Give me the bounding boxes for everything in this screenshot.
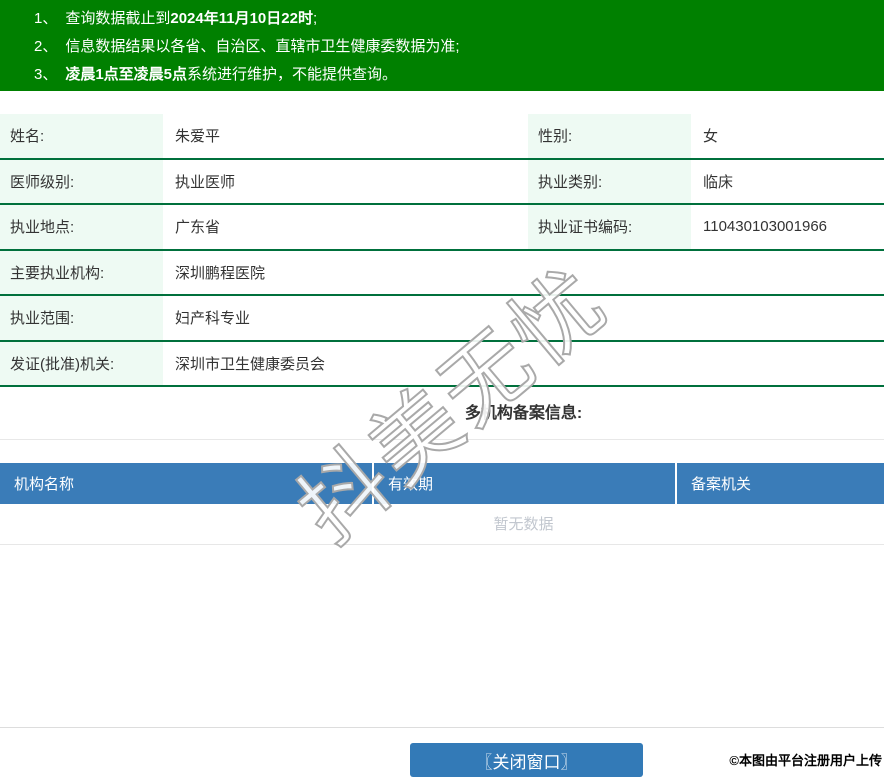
practitioner-info-table: 姓名: 朱爱平 性别: 女 医师级别: 执业医师 执业类别: 临床 执业地点: … xyxy=(0,114,884,387)
notice-line-3: 3、 凌晨1点至凌晨5点系统进行维护，不能提供查询。 xyxy=(0,61,884,89)
field-value-gender: 女 xyxy=(703,128,719,146)
notice-banner: 1、 查询数据截止到2024年11月10日22时; 2、 信息数据结果以各省、自治区… xyxy=(0,0,884,91)
column-header-validity-period: 有效期 xyxy=(374,463,677,504)
field-label-practice-scope: 执业范围: xyxy=(0,296,163,340)
field-label-name: 姓名: xyxy=(0,114,163,158)
info-row-main-institution: 主要执业机构: 深圳鹏程医院 xyxy=(0,250,884,296)
field-value-practice-location: 广东省 xyxy=(175,219,221,237)
notice-text: ; xyxy=(312,10,318,27)
field-value-certificate-number: 110430103001966 xyxy=(703,218,828,236)
field-label-main-institution: 主要执业机构: xyxy=(0,250,163,294)
info-row-level-type: 医师级别: 执业医师 执业类别: 临床 xyxy=(0,159,884,205)
field-value-doctor-level: 执业医师 xyxy=(175,173,236,191)
info-row-practice-scope: 执业范围: 妇产科专业 xyxy=(0,296,884,342)
field-label-doctor-level: 医师级别: xyxy=(0,159,163,203)
multi-org-section-title: 多机构备案信息: xyxy=(0,387,884,440)
query-result-page: 1、 查询数据截止到2024年11月10日22时; 2、 信息数据结果以各省、自治区… xyxy=(0,0,884,777)
notice-line-number: 2、 xyxy=(34,38,58,55)
notice-line-number: 3、 xyxy=(34,66,58,83)
records-empty-row: 暂无数据 xyxy=(0,504,884,545)
notice-line-1: 1、 查询数据截止到2024年11月10日22时; xyxy=(0,5,884,33)
notice-text: 查询数据截止到 xyxy=(65,10,171,27)
info-row-issuing-authority: 发证(批准)机关: 深圳市卫生健康委员会 xyxy=(0,341,884,387)
upload-credit: ©本图由平台注册用户上传 xyxy=(729,753,882,768)
field-label-issuing-authority: 发证(批准)机关: xyxy=(0,341,163,385)
field-label-certificate-number: 执业证书编码: xyxy=(528,205,691,249)
records-table-header: 机构名称 有效期 备案机关 xyxy=(0,463,884,504)
field-value-practice-scope: 妇产科专业 xyxy=(175,310,251,328)
close-window-button[interactable]: 〖关闭窗口〗 xyxy=(410,743,643,777)
field-value-name: 朱爱平 xyxy=(175,128,221,146)
footer-divider xyxy=(0,727,884,728)
notice-text-bold: 凌晨1点至凌晨5点 xyxy=(65,66,188,83)
info-row-location-certificate: 执业地点: 广东省 执业证书编码: 110430103001966 xyxy=(0,205,884,251)
notice-text-bold: 2024年11月10日22时 xyxy=(170,10,313,27)
notice-line-number: 1、 xyxy=(34,10,58,27)
field-label-gender: 性别: xyxy=(528,114,691,158)
info-row-name-gender: 姓名: 朱爱平 性别: 女 xyxy=(0,114,884,160)
column-header-filing-authority: 备案机关 xyxy=(691,476,752,493)
notice-text: 信息数据结果以各省、自治区、直辖市卫生健康委数据为准; xyxy=(65,38,460,55)
column-header-institution-name: 机构名称 xyxy=(0,463,374,504)
field-label-practice-location: 执业地点: xyxy=(0,205,163,249)
notice-text: 系统进行维护，不能提供查询。 xyxy=(187,66,398,83)
notice-line-2: 2、 信息数据结果以各省、自治区、直辖市卫生健康委数据为准; xyxy=(0,33,884,61)
field-value-main-institution: 深圳鹏程医院 xyxy=(175,264,266,282)
field-label-practice-type: 执业类别: xyxy=(528,159,691,203)
field-value-practice-type: 临床 xyxy=(703,173,734,191)
field-value-issuing-authority: 深圳市卫生健康委员会 xyxy=(175,355,326,373)
